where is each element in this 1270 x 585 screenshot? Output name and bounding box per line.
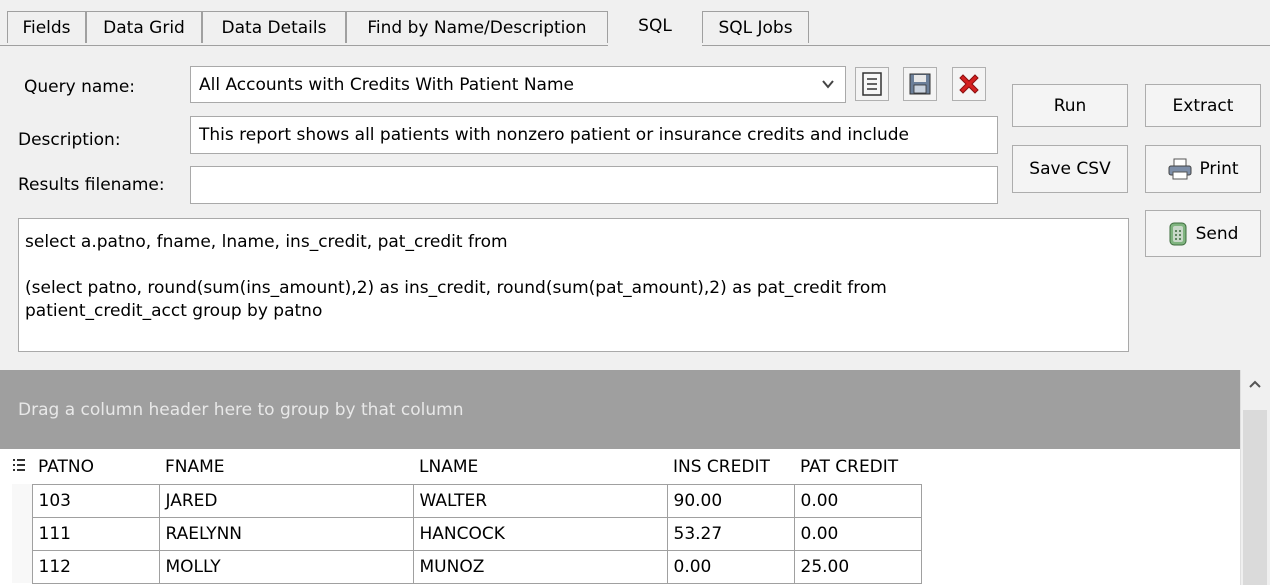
results-filename-label: Results filename: xyxy=(18,175,165,195)
tab-label: Data Details xyxy=(221,17,327,38)
sql-editor[interactable]: select a.patno, fname, lname, ins_credit… xyxy=(18,218,1129,352)
cell-patno[interactable]: 112 xyxy=(31,549,160,584)
query-name-label: Query name: xyxy=(24,77,136,97)
new-document-icon xyxy=(862,72,882,96)
tab-underline xyxy=(0,45,608,46)
query-name-value: All Accounts with Credits With Patient N… xyxy=(199,74,574,95)
send-button[interactable]: Send xyxy=(1145,210,1261,257)
table-header-row: PATNO FNAME LNAME INS CREDIT PAT CREDIT xyxy=(12,451,921,484)
tab-label: Fields xyxy=(22,17,71,38)
table-row[interactable]: 112 MOLLY MUNOZ 0.00 25.00 xyxy=(12,549,922,584)
row-indicator[interactable] xyxy=(12,484,33,517)
print-label: Print xyxy=(1199,159,1239,179)
chevron-down-icon xyxy=(822,80,834,89)
query-name-select[interactable]: All Accounts with Credits With Patient N… xyxy=(190,66,846,103)
sql-line: select a.patno, fname, lname, ins_credit… xyxy=(25,232,508,252)
sql-line: patient_credit_acct group by patno xyxy=(25,301,323,321)
column-chooser-icon[interactable] xyxy=(12,457,26,473)
scroll-up-icon[interactable] xyxy=(1247,378,1263,390)
tab-sql[interactable]: SQL xyxy=(608,4,702,46)
tab-data-grid[interactable]: Data Grid xyxy=(86,11,202,43)
table-row[interactable]: 103 JARED WALTER 90.00 0.00 xyxy=(12,483,922,518)
sql-line: (select patno, round(sum(ins_amount),2) … xyxy=(25,278,887,298)
table-row[interactable]: 111 RAELYNN HANCOCK 53.27 0.00 xyxy=(12,516,922,551)
run-button[interactable]: Run xyxy=(1012,84,1128,127)
tab-bar: Fields Data Grid Data Details Find by Na… xyxy=(0,0,1270,46)
tab-fields[interactable]: Fields xyxy=(7,11,86,43)
printer-icon xyxy=(1168,158,1192,180)
send-icon xyxy=(1169,222,1187,245)
sql-blank-line xyxy=(25,254,1122,277)
tab-sql-jobs[interactable]: SQL Jobs xyxy=(702,11,809,43)
column-header-patno[interactable]: PATNO xyxy=(32,451,159,484)
tab-underline xyxy=(702,45,1270,46)
cell-ins-credit[interactable]: 90.00 xyxy=(666,483,795,518)
cell-fname[interactable]: RAELYNN xyxy=(158,516,414,551)
run-label: Run xyxy=(1053,95,1087,116)
tab-find-by-name[interactable]: Find by Name/Description xyxy=(346,11,608,43)
cell-patno[interactable]: 111 xyxy=(31,516,160,551)
description-field[interactable]: This report shows all patients with nonz… xyxy=(190,116,998,154)
cell-lname[interactable]: MUNOZ xyxy=(412,549,668,584)
extract-button[interactable]: Extract xyxy=(1145,84,1261,127)
new-query-button[interactable] xyxy=(855,67,889,101)
column-header-ins-credit[interactable]: INS CREDIT xyxy=(667,451,794,484)
cell-lname[interactable]: HANCOCK xyxy=(412,516,668,551)
description-label: Description: xyxy=(18,130,121,150)
cell-ins-credit[interactable]: 0.00 xyxy=(666,549,795,584)
cell-ins-credit[interactable]: 53.27 xyxy=(666,516,795,551)
cell-lname[interactable]: WALTER xyxy=(412,483,668,518)
delete-query-button[interactable] xyxy=(952,67,986,101)
column-header-fname[interactable]: FNAME xyxy=(159,451,413,484)
cell-fname[interactable]: JARED xyxy=(158,483,414,518)
tab-label: Find by Name/Description xyxy=(367,17,587,38)
extract-label: Extract xyxy=(1172,95,1234,116)
results-filename-input[interactable] xyxy=(190,166,998,204)
save-query-button[interactable] xyxy=(903,67,937,101)
column-header-pat-credit[interactable]: PAT CREDIT xyxy=(794,451,921,484)
cell-pat-credit[interactable]: 25.00 xyxy=(793,549,922,584)
scrollbar-thumb[interactable] xyxy=(1243,410,1267,585)
group-by-panel[interactable]: Drag a column header here to group by th… xyxy=(0,370,1240,449)
column-header-lname[interactable]: LNAME xyxy=(413,451,667,484)
tab-label: Data Grid xyxy=(103,17,185,38)
row-indicator[interactable] xyxy=(12,517,33,550)
tab-label: SQL xyxy=(638,15,672,36)
tab-data-details[interactable]: Data Details xyxy=(202,11,346,43)
tab-label: SQL Jobs xyxy=(718,17,793,38)
save-icon xyxy=(909,73,931,95)
delete-x-icon xyxy=(959,74,979,94)
description-value: This report shows all patients with nonz… xyxy=(199,125,909,145)
cell-patno[interactable]: 103 xyxy=(31,483,160,518)
row-indicator[interactable] xyxy=(12,550,33,583)
results-table: PATNO FNAME LNAME INS CREDIT PAT CREDIT … xyxy=(12,451,922,584)
cell-pat-credit[interactable]: 0.00 xyxy=(793,483,922,518)
cell-fname[interactable]: MOLLY xyxy=(158,549,414,584)
send-label: Send xyxy=(1195,223,1239,244)
column-chooser-cell[interactable] xyxy=(12,451,32,484)
cell-pat-credit[interactable]: 0.00 xyxy=(793,516,922,551)
print-button[interactable]: Print xyxy=(1145,145,1261,193)
save-csv-label: Save CSV xyxy=(1029,159,1111,179)
save-csv-button[interactable]: Save CSV xyxy=(1012,145,1128,193)
group-by-hint: Drag a column header here to group by th… xyxy=(18,399,464,420)
